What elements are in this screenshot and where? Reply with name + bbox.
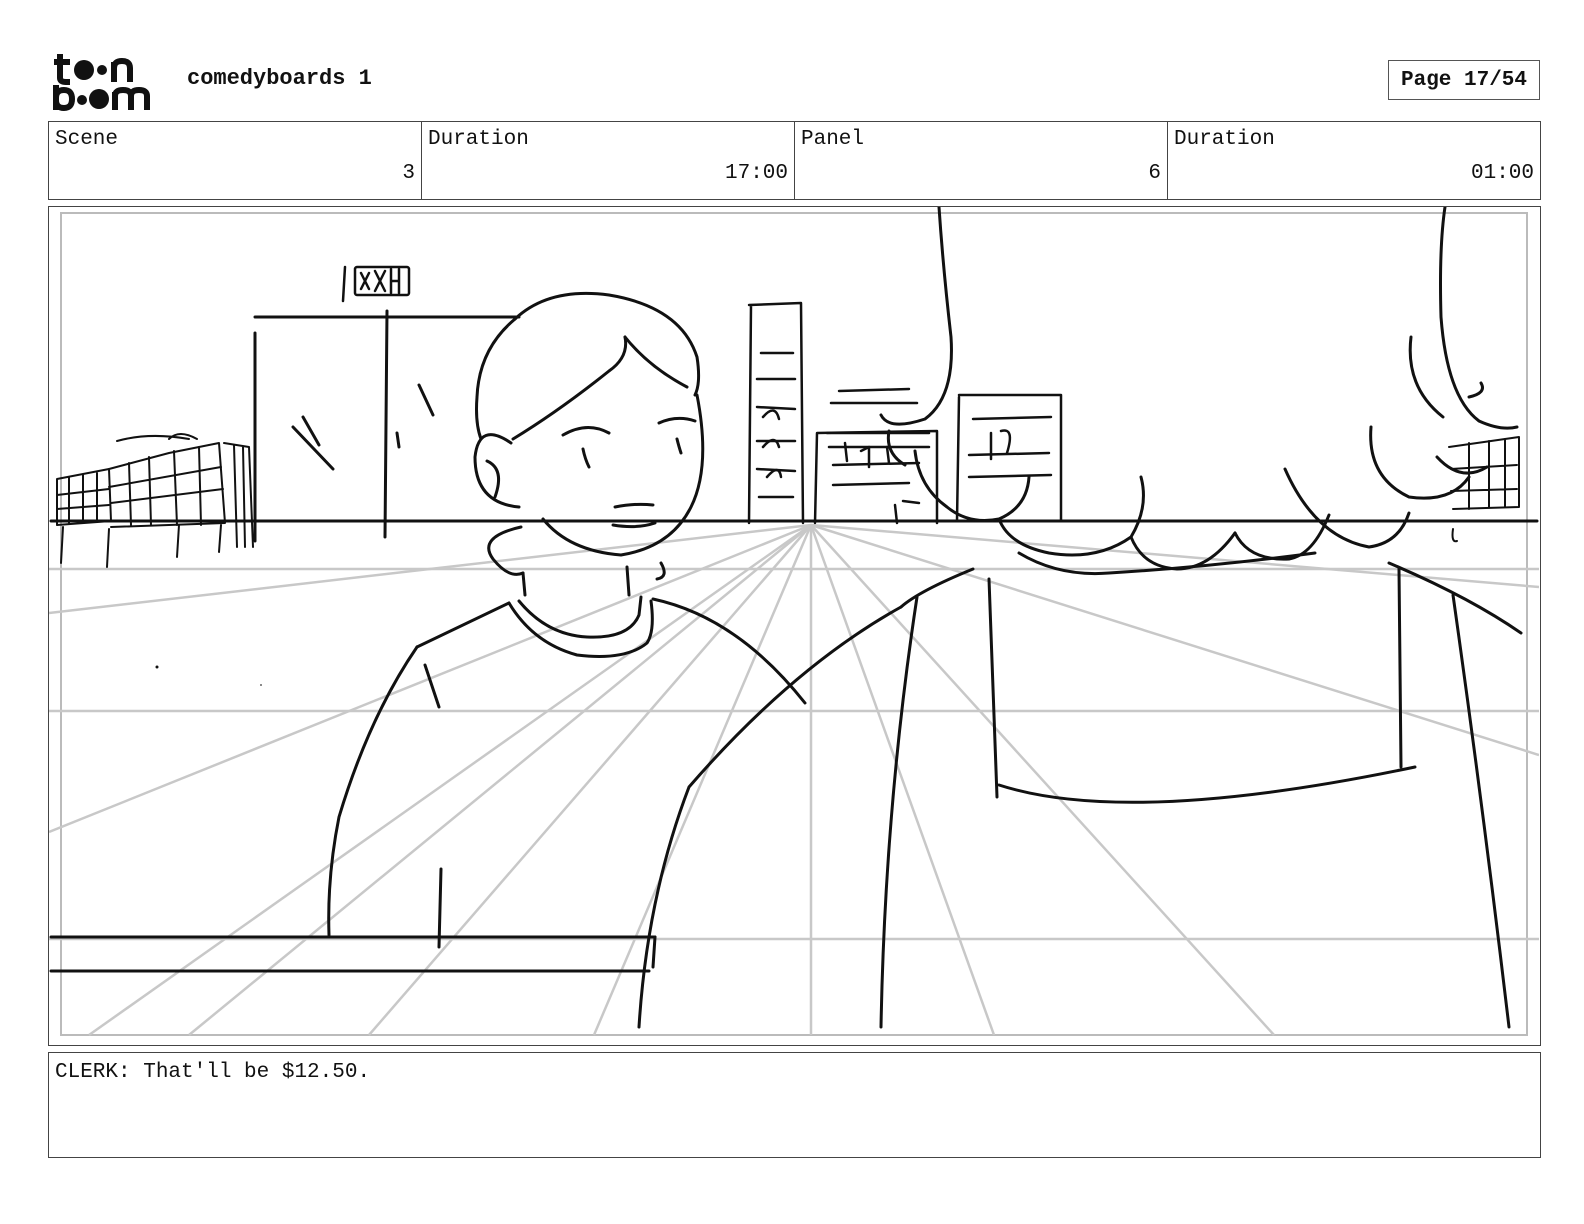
panel-cell: Panel 6	[795, 122, 1168, 199]
panel-value: 6	[1148, 162, 1161, 185]
store-doors	[253, 309, 521, 543]
storyboard-panel	[48, 206, 1541, 1046]
storyboard-sketch	[49, 207, 1539, 1037]
panel-duration-value: 01:00	[1470, 162, 1534, 185]
scene-label: Scene	[55, 128, 119, 151]
panel-label: Panel	[801, 128, 865, 151]
store-shelves	[747, 301, 1063, 525]
clerk-character	[327, 291, 807, 949]
panel-info-row: Scene 3 Duration 17:00 Panel 6 Duration …	[48, 121, 1541, 200]
exit-sign	[341, 265, 411, 303]
page-indicator: Page 17/54	[1388, 60, 1540, 100]
scene-duration-label: Duration	[428, 128, 529, 151]
panel-duration-label: Duration	[1174, 128, 1275, 151]
project-title: comedyboards 1	[187, 66, 372, 91]
scene-value: 3	[402, 162, 415, 185]
shopping-carts-left	[56, 433, 254, 568]
dialogue-box: CLERK: That'll be $12.50.	[48, 1052, 1541, 1158]
scene-duration-value: 17:00	[724, 162, 788, 185]
perspective-guides	[49, 523, 1539, 1037]
dialogue-text: CLERK: That'll be $12.50.	[55, 1061, 371, 1084]
scene-duration-cell: Duration 17:00	[422, 122, 795, 199]
checkout-counter	[49, 935, 657, 973]
panel-duration-cell: Duration 01:00	[1168, 122, 1540, 199]
toonboom-logo	[52, 52, 164, 112]
scene-cell: Scene 3	[49, 122, 422, 199]
